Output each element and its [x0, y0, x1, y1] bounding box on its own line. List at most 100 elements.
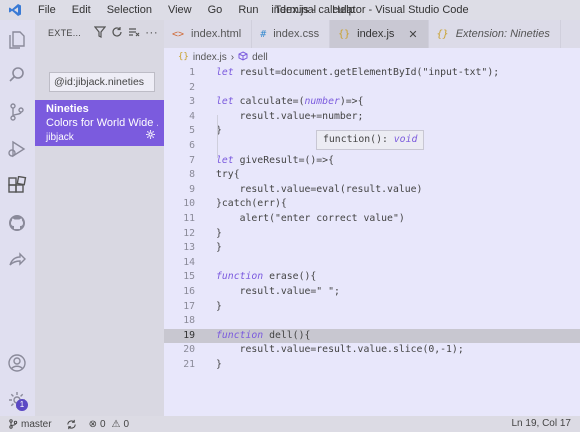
- menu-item-run[interactable]: Run: [230, 0, 266, 20]
- code-line[interactable]: 16 result.value=" ";: [164, 285, 580, 300]
- code-line[interactable]: 10}catch(err){: [164, 197, 580, 212]
- code-token: result.value+=number;: [216, 110, 364, 122]
- code-line[interactable]: 12}: [164, 227, 580, 242]
- hover-tooltip: function(): void: [316, 130, 425, 150]
- code-line[interactable]: 4 result.value+=number;: [164, 110, 580, 125]
- code-token: try{: [216, 169, 240, 181]
- keyword-token: function: [216, 271, 264, 283]
- error-count: 0: [99, 418, 106, 430]
- tab-label: index.css: [273, 28, 320, 40]
- warning-icon: ⚠: [111, 418, 121, 430]
- code-text: let result=document.getElementById("inpu…: [216, 66, 499, 81]
- source-control-icon[interactable]: [5, 100, 29, 124]
- menu-item-go[interactable]: Go: [200, 0, 231, 20]
- code-line[interactable]: 8 try{: [164, 168, 580, 183]
- menu-item-selection[interactable]: Selection: [99, 0, 160, 20]
- code-text: }: [216, 227, 222, 242]
- tab-label: index.html: [191, 28, 242, 40]
- code-line[interactable]: 13}: [164, 241, 580, 256]
- code-text: }: [216, 241, 222, 256]
- html-icon: <>: [172, 28, 185, 40]
- title-bar: File Edit Selection View Go Run Terminal Help i…: [0, 0, 580, 20]
- code-token: dell(){: [263, 329, 311, 341]
- line-number: 6: [189, 139, 195, 151]
- line-number: 13: [183, 242, 195, 254]
- chevron-right-icon: ›: [230, 51, 235, 63]
- keyword-token: let: [216, 96, 234, 108]
- code-line[interactable]: 14: [164, 256, 580, 271]
- live-share-icon[interactable]: [5, 248, 29, 272]
- extensions-icon[interactable]: [5, 174, 29, 198]
- code-editor[interactable]: 1 let result=document.getElementById("inp…: [164, 66, 580, 372]
- code-text: result.value=" ";: [216, 285, 340, 300]
- line-number: 15: [183, 271, 195, 283]
- tab-extension-nineties[interactable]: {} Extension: Nineties: [429, 20, 561, 48]
- menu-item-file[interactable]: File: [30, 0, 64, 20]
- extensions-search-input[interactable]: @id:jibjack.nineties: [49, 72, 155, 92]
- code-token: giveResult=()=>{: [233, 154, 334, 166]
- code-token: }: [216, 227, 222, 239]
- tab-index-js[interactable]: {} index.js ✕: [330, 20, 429, 48]
- line-number: 20: [183, 344, 195, 356]
- code-line[interactable]: 7 let giveResult=()=>{: [164, 154, 580, 169]
- hover-return-type: void: [393, 134, 418, 145]
- code-line[interactable]: 21}: [164, 358, 580, 373]
- close-tab-icon[interactable]: ✕: [408, 28, 417, 41]
- menu-item-edit[interactable]: Edit: [64, 0, 99, 20]
- menu-item-terminal[interactable]: Terminal: [267, 0, 325, 20]
- github-icon[interactable]: [5, 211, 29, 235]
- code-line[interactable]: 9 result.value=eval(result.value): [164, 183, 580, 198]
- branch-status[interactable]: master: [8, 419, 52, 430]
- code-line[interactable]: 15 function erase(){: [164, 270, 580, 285]
- extension-name: Nineties: [46, 103, 89, 115]
- refresh-icon[interactable]: [111, 26, 123, 41]
- breadcrumb-file[interactable]: index.js: [193, 52, 227, 63]
- line-number: 1: [189, 67, 195, 78]
- extension-item-nineties[interactable]: Nineties Colors for World Wide ... jibja…: [35, 100, 164, 146]
- tab-index-html[interactable]: <> index.html: [164, 20, 253, 48]
- code-line[interactable]: 20 result.value=result.value.slice(0,-1)…: [164, 343, 580, 358]
- status-bar: master ⊗ 0 ⚠ 0 Ln 19, Col 17: [0, 416, 580, 432]
- line-number: 21: [183, 358, 195, 370]
- menu-item-view[interactable]: View: [160, 0, 200, 20]
- code-line[interactable]: 17}: [164, 300, 580, 315]
- line-number: 12: [183, 227, 195, 239]
- extension-author: jibjack: [46, 132, 74, 143]
- code-token: )=>{: [339, 96, 364, 108]
- code-line[interactable]: 19 function dell(){: [164, 328, 580, 344]
- tab-label: index.js: [357, 28, 395, 40]
- sidebar-title: EXTE...: [48, 28, 82, 38]
- line-number: 9: [189, 183, 195, 195]
- line-number: 4: [189, 110, 195, 122]
- run-debug-icon[interactable]: [5, 137, 29, 161]
- clear-list-icon[interactable]: [128, 26, 140, 41]
- vscode-logo-icon[interactable]: [0, 0, 30, 20]
- accounts-icon[interactable]: [5, 351, 29, 375]
- hover-signature: function():: [323, 134, 394, 145]
- problems-status[interactable]: ⊗ 0 ⚠ 0: [89, 419, 129, 430]
- filter-icon[interactable]: [93, 26, 107, 41]
- code-line[interactable]: 2: [164, 81, 580, 96]
- code-text: result.value+=number;: [216, 110, 364, 125]
- code-line[interactable]: 11 alert("enter correct value"): [164, 212, 580, 227]
- keyword-token: let: [216, 154, 234, 166]
- extension-gear-icon[interactable]: [145, 129, 156, 143]
- line-number: 19: [183, 329, 195, 341]
- code-line[interactable]: 1 let result=document.getElementById("inp…: [164, 66, 580, 81]
- menu-item-help[interactable]: Help: [324, 0, 363, 20]
- extension-description: Colors for World Wide ...: [46, 117, 158, 129]
- code-text: result.value=eval(result.value): [216, 183, 423, 198]
- sync-icon[interactable]: [66, 419, 77, 430]
- tab-index-css[interactable]: # index.css: [252, 20, 331, 48]
- method-cube-icon: [238, 50, 248, 64]
- search-icon[interactable]: [5, 63, 29, 87]
- more-actions-icon[interactable]: ···: [145, 26, 158, 41]
- cursor-position[interactable]: Ln 19, Col 17: [512, 416, 572, 432]
- indent-guide: [217, 115, 218, 158]
- code-line[interactable]: 18: [164, 314, 580, 329]
- code-line[interactable]: 3 let calculate=(number)=>{: [164, 95, 580, 110]
- error-icon: ⊗: [88, 418, 97, 430]
- code-token: }: [216, 358, 222, 370]
- breadcrumb-symbol[interactable]: dell: [252, 52, 268, 63]
- explorer-icon[interactable]: [5, 28, 29, 52]
